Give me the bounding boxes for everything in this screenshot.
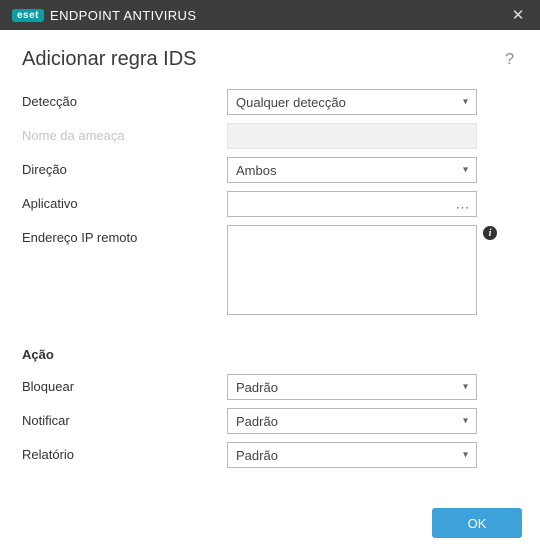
info-icon[interactable]: i xyxy=(483,226,497,240)
chevron-down-icon: ▾ xyxy=(463,416,468,427)
section-heading-acao: Ação xyxy=(22,347,518,362)
row-direcao: Direção Ambos ▾ xyxy=(22,157,518,187)
row-deteccao: Detecção Qualquer detecção ▾ xyxy=(22,89,518,119)
ok-button[interactable]: OK xyxy=(432,508,522,538)
row-nome-ameaca: Nome da ameaça xyxy=(22,123,518,153)
chevron-down-icon: ▾ xyxy=(463,165,468,176)
select-relatorio-value: Padrão xyxy=(236,448,278,463)
textarea-endereco-ip[interactable] xyxy=(227,225,477,315)
input-nome-ameaca xyxy=(227,123,477,149)
label-relatorio: Relatório xyxy=(22,442,227,462)
select-relatorio[interactable]: Padrão ▾ xyxy=(227,442,477,468)
row-bloquear: Bloquear Padrão ▾ xyxy=(22,374,518,404)
label-nome-ameaca: Nome da ameaça xyxy=(22,123,227,143)
row-aplicativo: Aplicativo ... xyxy=(22,191,518,221)
select-notificar-value: Padrão xyxy=(236,414,278,429)
row-endereco-ip: Endereço IP remoto i xyxy=(22,225,518,315)
chevron-down-icon: ▾ xyxy=(463,382,468,393)
select-deteccao-value: Qualquer detecção xyxy=(236,95,346,110)
dialog-footer: OK xyxy=(0,496,540,550)
page-title: Adicionar regra IDS xyxy=(22,48,501,71)
select-direcao-value: Ambos xyxy=(236,163,276,178)
row-relatorio: Relatório Padrão ▾ xyxy=(22,442,518,472)
close-icon[interactable]: ✕ xyxy=(506,6,530,24)
label-endereco-ip: Endereço IP remoto xyxy=(22,225,227,245)
input-aplicativo[interactable]: ... xyxy=(227,191,477,217)
app-name: ENDPOINT ANTIVIRUS xyxy=(50,8,196,23)
select-deteccao[interactable]: Qualquer detecção ▾ xyxy=(227,89,477,115)
label-direcao: Direção xyxy=(22,157,227,177)
help-icon[interactable]: ? xyxy=(501,49,518,71)
chevron-down-icon: ▾ xyxy=(463,97,468,108)
select-bloquear-value: Padrão xyxy=(236,380,278,395)
label-notificar: Notificar xyxy=(22,408,227,428)
titlebar: eset ENDPOINT ANTIVIRUS ✕ xyxy=(0,0,540,30)
brand-badge: eset xyxy=(12,9,44,22)
browse-button[interactable]: ... xyxy=(456,197,470,212)
label-deteccao: Detecção xyxy=(22,89,227,109)
select-notificar[interactable]: Padrão ▾ xyxy=(227,408,477,434)
page-header: Adicionar regra IDS ? xyxy=(22,48,518,71)
label-aplicativo: Aplicativo xyxy=(22,191,227,211)
select-bloquear[interactable]: Padrão ▾ xyxy=(227,374,477,400)
chevron-down-icon: ▾ xyxy=(463,450,468,461)
dialog-content: Adicionar regra IDS ? Detecção Qualquer … xyxy=(0,30,540,472)
select-direcao[interactable]: Ambos ▾ xyxy=(227,157,477,183)
label-bloquear: Bloquear xyxy=(22,374,227,394)
row-notificar: Notificar Padrão ▾ xyxy=(22,408,518,438)
